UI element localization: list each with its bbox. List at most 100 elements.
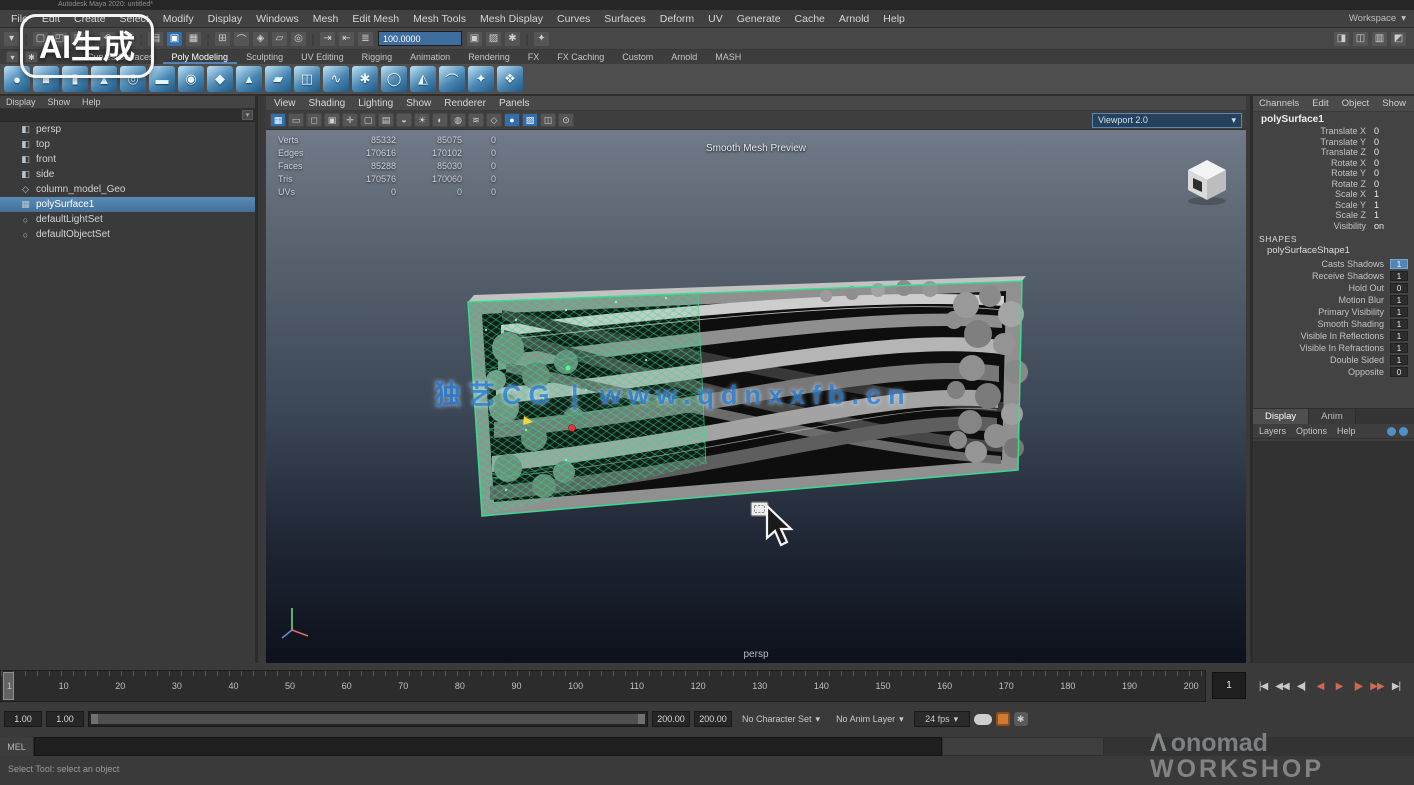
outliner-item[interactable]: ◧ side xyxy=(0,167,255,182)
channel-value[interactable]: 1 xyxy=(1374,200,1414,210)
channel-value[interactable]: 0 xyxy=(1374,179,1414,189)
render-stat-row[interactable]: Smooth Shading 1 xyxy=(1253,318,1414,330)
shape-node-name[interactable]: polySurfaceShape1 xyxy=(1253,245,1414,258)
layer-menu-item[interactable]: Help xyxy=(1337,426,1356,436)
layer-editor-tab[interactable]: Display xyxy=(1253,409,1309,424)
outliner-item[interactable]: ◇ column_model_Geo xyxy=(0,182,255,197)
channel-box-menu-item[interactable]: Show xyxy=(1382,98,1406,109)
layer-list[interactable] xyxy=(1253,441,1414,663)
construction-history-icon[interactable]: ≣ xyxy=(357,31,374,47)
viewport-menu-item[interactable]: Show xyxy=(406,98,431,109)
shadows-icon[interactable]: ◐ xyxy=(432,113,448,127)
channel-box-menu-item[interactable]: Edit xyxy=(1312,98,1328,109)
shelf-tab[interactable]: Sculpting xyxy=(237,50,292,64)
outliner-item[interactable]: ◧ front xyxy=(0,152,255,167)
poly-pipe-icon[interactable]: ◫ xyxy=(294,66,320,92)
menu-item[interactable]: Mesh Tools xyxy=(406,10,473,27)
shaded-mode-icon[interactable]: ● xyxy=(504,113,520,127)
workspace-selector[interactable]: Workspace ▾ xyxy=(1349,13,1406,24)
ipr-render-icon[interactable]: ▨ xyxy=(485,31,502,47)
outliner-item[interactable]: ◧ persp xyxy=(0,122,255,137)
menu-item[interactable]: Windows xyxy=(249,10,306,27)
channel-value[interactable]: 0 xyxy=(1374,137,1414,147)
channel-row[interactable]: Visibility on xyxy=(1253,221,1414,232)
attribute-editor-toggle[interactable]: ◨ xyxy=(1333,31,1350,47)
poly-helix-icon[interactable]: ∿ xyxy=(323,66,349,92)
menu-item[interactable]: Deform xyxy=(653,10,701,27)
menu-item[interactable]: Surfaces xyxy=(597,10,652,27)
channel-value[interactable]: 0 xyxy=(1374,126,1414,136)
time-slider[interactable]: 1102030405060708090100110120130140150160… xyxy=(0,670,1206,702)
render-stat-row[interactable]: Visible In Reflections 1 xyxy=(1253,330,1414,342)
curve-cv-icon[interactable]: ⌒ xyxy=(439,66,465,92)
new-layer-selected-icon[interactable] xyxy=(1399,427,1408,436)
step-forward-key-button[interactable]: ▶▶ xyxy=(1368,674,1386,698)
auto-keyframe-icon[interactable] xyxy=(996,712,1010,726)
anim-layer-dropdown[interactable]: No Anim Layer ▾ xyxy=(830,714,910,725)
animation-preferences-icon[interactable]: ✱ xyxy=(1014,712,1028,726)
outliner-filter-field[interactable]: ▾ xyxy=(0,109,255,122)
snap-to-point-icon[interactable]: ◈ xyxy=(252,31,269,47)
motion-blur-icon[interactable]: ≋ xyxy=(468,113,484,127)
render-settings-icon[interactable]: ✱ xyxy=(504,31,521,47)
menu-item[interactable]: Help xyxy=(876,10,912,27)
channel-value[interactable]: 0 xyxy=(1374,168,1414,178)
render-stat-value[interactable]: 0 xyxy=(1390,283,1408,293)
channel-row[interactable]: Scale Y 1 xyxy=(1253,200,1414,211)
safe-title-icon[interactable]: ▤ xyxy=(378,113,394,127)
play-backwards-button[interactable]: ◀ xyxy=(1311,674,1329,698)
wireframe-mode-icon[interactable]: ◇ xyxy=(486,113,502,127)
shelf-tab[interactable]: MASH xyxy=(706,50,750,64)
shelf-tab[interactable]: Poly Modeling xyxy=(163,50,238,64)
menu-item[interactable]: Edit Mesh xyxy=(345,10,406,27)
safe-action-icon[interactable]: ▢ xyxy=(360,113,376,127)
film-gate-icon[interactable]: ▭ xyxy=(288,113,304,127)
channel-row[interactable]: Rotate Z 0 xyxy=(1253,179,1414,190)
channel-row[interactable]: Translate Y 0 xyxy=(1253,137,1414,148)
channel-row[interactable]: Translate X 0 xyxy=(1253,126,1414,137)
character-set-dropdown[interactable]: No Character Set ▾ xyxy=(736,714,826,725)
pencil-curve-icon[interactable]: ❖ xyxy=(497,66,523,92)
isolate-select-icon[interactable]: ⊙ xyxy=(558,113,574,127)
tool-settings-toggle[interactable]: ◫ xyxy=(1352,31,1369,47)
channel-box-menu-item[interactable]: Object xyxy=(1342,98,1369,109)
poly-plane-icon[interactable]: ▬ xyxy=(149,66,175,92)
textured-mode-icon[interactable]: ▨ xyxy=(522,113,538,127)
layer-editor-tab[interactable]: Anim xyxy=(1309,409,1356,424)
render-stat-value[interactable]: 1 xyxy=(1390,343,1408,353)
select-by-object-icon[interactable]: ▣ xyxy=(166,31,183,47)
outliner-item[interactable]: ▦ polySurface1 xyxy=(0,197,255,212)
range-slider-bar[interactable] xyxy=(91,714,645,724)
range-handle-left[interactable] xyxy=(91,714,98,724)
modeling-toolkit-toggle[interactable]: ◩ xyxy=(1390,31,1407,47)
shelf-tab[interactable]: Custom xyxy=(613,50,662,64)
render-stat-row[interactable]: Primary Visibility 1 xyxy=(1253,306,1414,318)
render-stat-value[interactable]: 1 xyxy=(1390,307,1408,317)
menu-item[interactable]: Display xyxy=(201,10,249,27)
render-stat-value[interactable]: 1 xyxy=(1390,319,1408,329)
scene-selector-dropdown[interactable]: ▾ xyxy=(3,31,20,47)
poly-prism-icon[interactable]: ▰ xyxy=(265,66,291,92)
play-forwards-button[interactable]: ▶ xyxy=(1330,674,1348,698)
hud-toggle-icon[interactable]: ◒ xyxy=(396,113,412,127)
snap-to-plane-icon[interactable]: ▱ xyxy=(271,31,288,47)
channel-row[interactable]: Translate Z 0 xyxy=(1253,147,1414,158)
output-connections-icon[interactable]: ⇤ xyxy=(338,31,355,47)
viewport-menu-item[interactable]: Lighting xyxy=(358,98,393,109)
channel-box-menu-item[interactable]: Channels xyxy=(1259,98,1299,109)
default-lighting-icon[interactable]: ☀ xyxy=(414,113,430,127)
step-forward-frame-button[interactable]: |▶ xyxy=(1349,674,1367,698)
menu-item[interactable]: Modify xyxy=(156,10,201,27)
poly-gear-icon[interactable]: ✱ xyxy=(352,66,378,92)
render-stat-value[interactable]: 1 xyxy=(1390,331,1408,341)
channel-value[interactable]: 0 xyxy=(1374,158,1414,168)
shelf-tab[interactable]: Rigging xyxy=(353,50,402,64)
render-stat-value[interactable]: 1 xyxy=(1390,271,1408,281)
view-cube[interactable] xyxy=(1188,160,1226,205)
shelf-tab[interactable]: Arnold xyxy=(662,50,706,64)
shelf-tab[interactable]: FX Caching xyxy=(548,50,613,64)
render-stat-row[interactable]: Opposite 0 xyxy=(1253,366,1414,378)
sculpt-tool-icon[interactable]: ◭ xyxy=(410,66,436,92)
grid-toggle-icon[interactable]: ▦ xyxy=(270,113,286,127)
snap-to-grid-icon[interactable]: ⊞ xyxy=(214,31,231,47)
